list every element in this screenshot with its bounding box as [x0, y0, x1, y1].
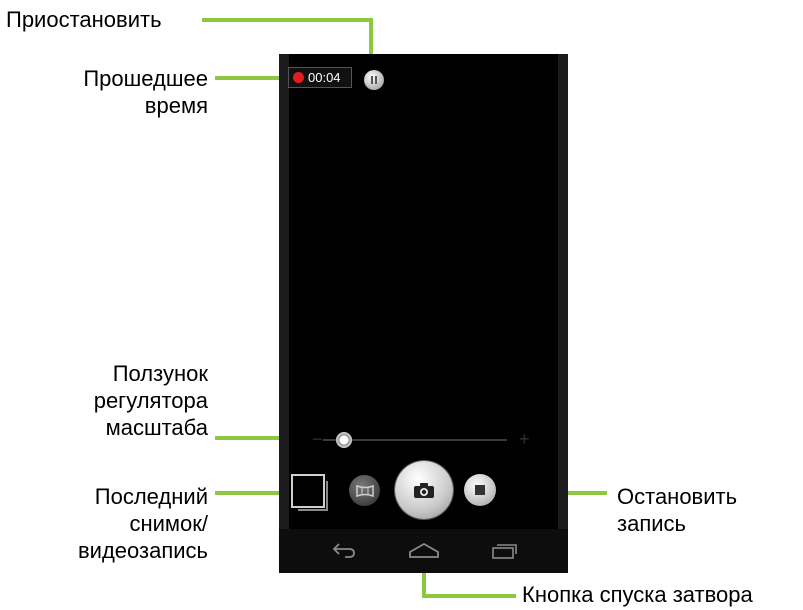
label-last-line1: Последний [94, 484, 208, 509]
label-elapsed-line2: время [144, 93, 208, 118]
label-elapsed-time: Прошедшее время [40, 65, 208, 119]
callout-line-elapsed [215, 76, 289, 80]
back-icon[interactable] [331, 541, 357, 559]
label-stop-line1: Остановить [617, 484, 738, 509]
label-zoom-slider: Ползунок регулятора масштаба [40, 360, 208, 441]
system-navigation-bar [279, 529, 568, 573]
recents-icon[interactable] [491, 541, 519, 559]
pause-button[interactable] [364, 70, 384, 90]
callout-line-pause-h [202, 18, 372, 22]
zoom-minus-icon: − [312, 429, 323, 449]
record-dot-icon [293, 72, 304, 83]
label-zoom-line1: Ползунок [112, 361, 208, 386]
elapsed-time-indicator: 00:04 [288, 67, 352, 88]
callout-line-shutter-h [422, 594, 516, 598]
label-stop-line2: запись [617, 511, 686, 536]
zoom-plus-icon: + [519, 429, 530, 449]
camera-icon [414, 482, 434, 498]
home-icon[interactable] [408, 541, 440, 559]
label-last-line3: видеозапись [77, 538, 208, 563]
screen-edge-left [279, 54, 289, 573]
shutter-button[interactable] [395, 461, 453, 519]
last-photo-thumbnail[interactable] [291, 474, 328, 511]
label-zoom-line2: регулятора [93, 388, 208, 413]
label-zoom-line3: масштаба [105, 415, 208, 440]
label-stop-recording: Остановить запись [617, 483, 737, 537]
panorama-mode-button[interactable] [349, 475, 380, 506]
stop-icon [475, 485, 485, 495]
elapsed-time-value: 00:04 [308, 70, 341, 85]
screen-edge-right [558, 54, 568, 573]
stop-recording-button[interactable] [464, 474, 496, 506]
label-pause: Приостановить [6, 7, 162, 32]
label-last-line2: снимок/ [129, 511, 208, 536]
label-elapsed-line1: Прошедшее [83, 66, 208, 91]
zoom-slider-thumb[interactable] [336, 432, 352, 448]
label-last-photo: Последний снимок/ видеозапись [40, 483, 208, 564]
label-shutter: Кнопка спуска затвора [522, 582, 753, 607]
panorama-icon [355, 484, 374, 497]
camera-screen: 00:04 − + [279, 54, 568, 573]
